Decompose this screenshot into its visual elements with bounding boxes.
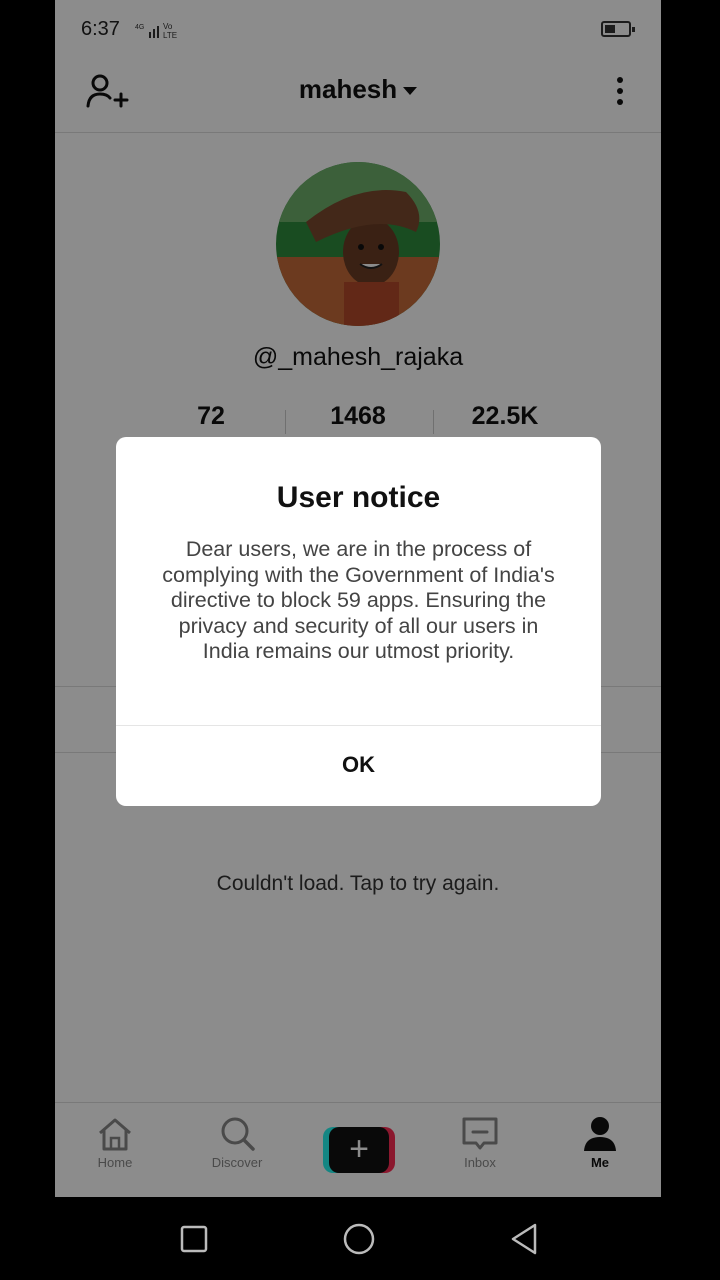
recent-apps-icon[interactable] [174,1219,214,1259]
system-navigation-bar [0,1197,720,1280]
user-notice-dialog: User notice Dear users, we are in the pr… [116,437,601,806]
home-circle-icon[interactable] [339,1219,379,1259]
app-screen: 6:37 4G Vo LTE mahesh @_mahesh_rajaka 72… [55,0,661,1197]
dialog-message: Dear users, we are in the process of com… [162,537,555,663]
dialog-title: User notice [276,481,441,514]
back-icon[interactable] [505,1219,545,1259]
ok-button[interactable]: OK [116,726,601,806]
